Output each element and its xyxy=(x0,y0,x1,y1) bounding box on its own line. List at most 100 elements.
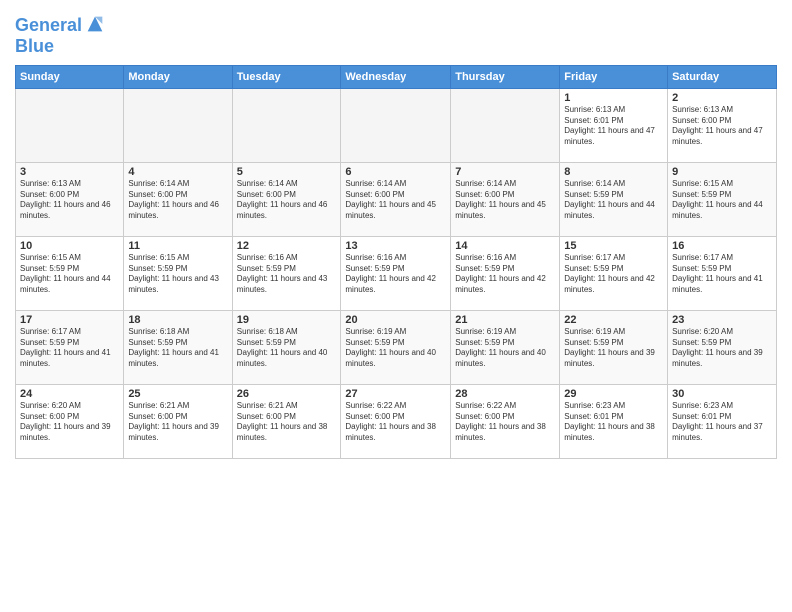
day-info: Sunrise: 6:16 AMSunset: 5:59 PMDaylight:… xyxy=(455,253,555,296)
calendar-header-sunday: Sunday xyxy=(16,65,124,88)
calendar-day-cell: 10Sunrise: 6:15 AMSunset: 5:59 PMDayligh… xyxy=(16,236,124,310)
day-number: 16 xyxy=(672,240,772,252)
calendar-day-cell: 8Sunrise: 6:14 AMSunset: 5:59 PMDaylight… xyxy=(560,162,668,236)
calendar-day-cell: 4Sunrise: 6:14 AMSunset: 6:00 PMDaylight… xyxy=(124,162,232,236)
day-number: 18 xyxy=(128,314,227,326)
day-number: 3 xyxy=(20,166,119,178)
calendar-day-cell: 20Sunrise: 6:19 AMSunset: 5:59 PMDayligh… xyxy=(341,310,451,384)
calendar-day-cell: 24Sunrise: 6:20 AMSunset: 6:00 PMDayligh… xyxy=(16,384,124,458)
calendar-day-cell: 23Sunrise: 6:20 AMSunset: 5:59 PMDayligh… xyxy=(668,310,777,384)
calendar-week-row: 24Sunrise: 6:20 AMSunset: 6:00 PMDayligh… xyxy=(16,384,777,458)
day-info: Sunrise: 6:13 AMSunset: 6:00 PMDaylight:… xyxy=(672,105,772,148)
calendar-day-cell xyxy=(451,88,560,162)
day-info: Sunrise: 6:14 AMSunset: 5:59 PMDaylight:… xyxy=(564,179,663,222)
calendar-day-cell: 6Sunrise: 6:14 AMSunset: 6:00 PMDaylight… xyxy=(341,162,451,236)
day-info: Sunrise: 6:20 AMSunset: 5:59 PMDaylight:… xyxy=(672,327,772,370)
calendar-day-cell xyxy=(124,88,232,162)
calendar-day-cell: 15Sunrise: 6:17 AMSunset: 5:59 PMDayligh… xyxy=(560,236,668,310)
day-info: Sunrise: 6:21 AMSunset: 6:00 PMDaylight:… xyxy=(128,401,227,444)
day-info: Sunrise: 6:22 AMSunset: 6:00 PMDaylight:… xyxy=(455,401,555,444)
day-info: Sunrise: 6:14 AMSunset: 6:00 PMDaylight:… xyxy=(455,179,555,222)
day-number: 8 xyxy=(564,166,663,178)
calendar-day-cell: 11Sunrise: 6:15 AMSunset: 5:59 PMDayligh… xyxy=(124,236,232,310)
day-info: Sunrise: 6:13 AMSunset: 6:00 PMDaylight:… xyxy=(20,179,119,222)
calendar-day-cell: 22Sunrise: 6:19 AMSunset: 5:59 PMDayligh… xyxy=(560,310,668,384)
day-number: 15 xyxy=(564,240,663,252)
day-number: 4 xyxy=(128,166,227,178)
logo-blue: Blue xyxy=(15,37,106,57)
calendar-header-thursday: Thursday xyxy=(451,65,560,88)
day-info: Sunrise: 6:19 AMSunset: 5:59 PMDaylight:… xyxy=(345,327,446,370)
day-number: 14 xyxy=(455,240,555,252)
day-info: Sunrise: 6:22 AMSunset: 6:00 PMDaylight:… xyxy=(345,401,446,444)
day-number: 22 xyxy=(564,314,663,326)
day-info: Sunrise: 6:17 AMSunset: 5:59 PMDaylight:… xyxy=(564,253,663,296)
calendar-day-cell: 21Sunrise: 6:19 AMSunset: 5:59 PMDayligh… xyxy=(451,310,560,384)
calendar-day-cell: 3Sunrise: 6:13 AMSunset: 6:00 PMDaylight… xyxy=(16,162,124,236)
page-container: General Blue SundayMondayTuesdayWednesda… xyxy=(0,0,792,464)
day-number: 29 xyxy=(564,388,663,400)
calendar-day-cell: 29Sunrise: 6:23 AMSunset: 6:01 PMDayligh… xyxy=(560,384,668,458)
calendar-table: SundayMondayTuesdayWednesdayThursdayFrid… xyxy=(15,65,777,459)
day-info: Sunrise: 6:16 AMSunset: 5:59 PMDaylight:… xyxy=(345,253,446,296)
calendar-day-cell: 16Sunrise: 6:17 AMSunset: 5:59 PMDayligh… xyxy=(668,236,777,310)
day-number: 5 xyxy=(237,166,337,178)
calendar-week-row: 1Sunrise: 6:13 AMSunset: 6:01 PMDaylight… xyxy=(16,88,777,162)
calendar-header-saturday: Saturday xyxy=(668,65,777,88)
day-info: Sunrise: 6:14 AMSunset: 6:00 PMDaylight:… xyxy=(128,179,227,222)
calendar-day-cell: 2Sunrise: 6:13 AMSunset: 6:00 PMDaylight… xyxy=(668,88,777,162)
calendar-day-cell: 18Sunrise: 6:18 AMSunset: 5:59 PMDayligh… xyxy=(124,310,232,384)
calendar-day-cell xyxy=(341,88,451,162)
day-number: 2 xyxy=(672,92,772,104)
day-number: 28 xyxy=(455,388,555,400)
day-number: 27 xyxy=(345,388,446,400)
logo: General Blue xyxy=(15,15,106,57)
calendar-day-cell: 30Sunrise: 6:23 AMSunset: 6:01 PMDayligh… xyxy=(668,384,777,458)
day-info: Sunrise: 6:16 AMSunset: 5:59 PMDaylight:… xyxy=(237,253,337,296)
day-number: 30 xyxy=(672,388,772,400)
day-info: Sunrise: 6:15 AMSunset: 5:59 PMDaylight:… xyxy=(672,179,772,222)
calendar-day-cell: 12Sunrise: 6:16 AMSunset: 5:59 PMDayligh… xyxy=(232,236,341,310)
day-number: 19 xyxy=(237,314,337,326)
day-number: 13 xyxy=(345,240,446,252)
calendar-day-cell: 19Sunrise: 6:18 AMSunset: 5:59 PMDayligh… xyxy=(232,310,341,384)
day-number: 12 xyxy=(237,240,337,252)
day-info: Sunrise: 6:15 AMSunset: 5:59 PMDaylight:… xyxy=(20,253,119,296)
calendar-header-wednesday: Wednesday xyxy=(341,65,451,88)
day-info: Sunrise: 6:19 AMSunset: 5:59 PMDaylight:… xyxy=(455,327,555,370)
day-number: 25 xyxy=(128,388,227,400)
calendar-day-cell: 13Sunrise: 6:16 AMSunset: 5:59 PMDayligh… xyxy=(341,236,451,310)
calendar-header-tuesday: Tuesday xyxy=(232,65,341,88)
day-number: 21 xyxy=(455,314,555,326)
day-info: Sunrise: 6:14 AMSunset: 6:00 PMDaylight:… xyxy=(237,179,337,222)
day-info: Sunrise: 6:13 AMSunset: 6:01 PMDaylight:… xyxy=(564,105,663,148)
day-number: 6 xyxy=(345,166,446,178)
calendar-day-cell xyxy=(16,88,124,162)
day-number: 9 xyxy=(672,166,772,178)
page-header: General Blue xyxy=(15,10,777,57)
day-info: Sunrise: 6:14 AMSunset: 6:00 PMDaylight:… xyxy=(345,179,446,222)
calendar-day-cell: 25Sunrise: 6:21 AMSunset: 6:00 PMDayligh… xyxy=(124,384,232,458)
day-info: Sunrise: 6:21 AMSunset: 6:00 PMDaylight:… xyxy=(237,401,337,444)
calendar-day-cell: 26Sunrise: 6:21 AMSunset: 6:00 PMDayligh… xyxy=(232,384,341,458)
calendar-week-row: 3Sunrise: 6:13 AMSunset: 6:00 PMDaylight… xyxy=(16,162,777,236)
day-number: 7 xyxy=(455,166,555,178)
calendar-day-cell: 1Sunrise: 6:13 AMSunset: 6:01 PMDaylight… xyxy=(560,88,668,162)
calendar-header-friday: Friday xyxy=(560,65,668,88)
calendar-week-row: 10Sunrise: 6:15 AMSunset: 5:59 PMDayligh… xyxy=(16,236,777,310)
day-number: 23 xyxy=(672,314,772,326)
day-info: Sunrise: 6:23 AMSunset: 6:01 PMDaylight:… xyxy=(564,401,663,444)
day-number: 17 xyxy=(20,314,119,326)
day-number: 11 xyxy=(128,240,227,252)
day-info: Sunrise: 6:18 AMSunset: 5:59 PMDaylight:… xyxy=(237,327,337,370)
day-number: 10 xyxy=(20,240,119,252)
day-info: Sunrise: 6:17 AMSunset: 5:59 PMDaylight:… xyxy=(672,253,772,296)
day-number: 1 xyxy=(564,92,663,104)
day-info: Sunrise: 6:18 AMSunset: 5:59 PMDaylight:… xyxy=(128,327,227,370)
day-number: 26 xyxy=(237,388,337,400)
day-info: Sunrise: 6:23 AMSunset: 6:01 PMDaylight:… xyxy=(672,401,772,444)
calendar-day-cell: 17Sunrise: 6:17 AMSunset: 5:59 PMDayligh… xyxy=(16,310,124,384)
day-info: Sunrise: 6:15 AMSunset: 5:59 PMDaylight:… xyxy=(128,253,227,296)
calendar-week-row: 17Sunrise: 6:17 AMSunset: 5:59 PMDayligh… xyxy=(16,310,777,384)
calendar-header-monday: Monday xyxy=(124,65,232,88)
